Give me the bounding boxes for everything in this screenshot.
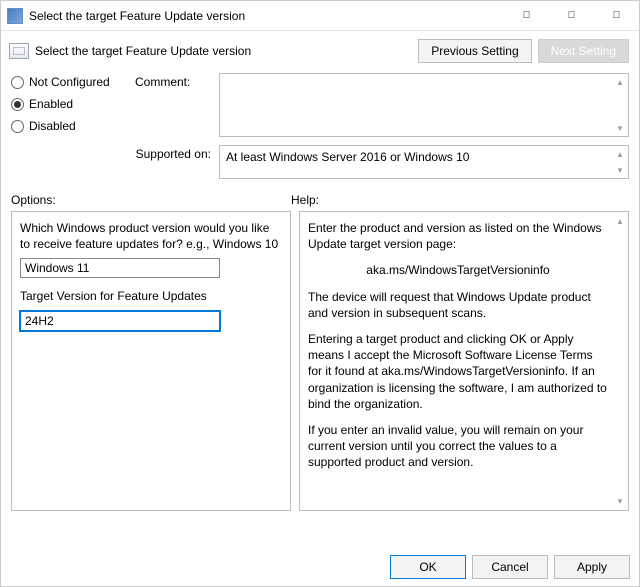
apply-button[interactable]: Apply <box>554 555 630 579</box>
radio-icon <box>11 98 24 111</box>
help-link: aka.ms/WindowsTargetVersioninfo <box>308 262 608 278</box>
help-pane: Enter the product and version as listed … <box>299 211 629 511</box>
radio-label: Enabled <box>29 97 73 111</box>
product-version-input[interactable] <box>20 258 220 278</box>
panes: Which Windows product version would you … <box>1 211 639 511</box>
chevron-up-icon[interactable]: ▴ <box>613 75 627 89</box>
chevron-up-icon[interactable]: ▴ <box>613 147 627 161</box>
chevron-up-icon[interactable]: ▴ <box>613 214 627 228</box>
header: Select the target Feature Update version… <box>1 31 639 65</box>
options-pane: Which Windows product version would you … <box>11 211 291 511</box>
radio-icon <box>11 76 24 89</box>
title-bar: Select the target Feature Update version… <box>1 1 639 31</box>
section-labels: Options: Help: <box>1 181 639 211</box>
supported-on-label: Supported on: <box>135 141 215 161</box>
help-text: If you enter an invalid value, you will … <box>308 422 608 471</box>
supported-on-field: At least Windows Server 2016 or Windows … <box>219 145 629 179</box>
product-version-label: Which Windows product version would you … <box>20 220 282 252</box>
ok-button[interactable]: OK <box>390 555 466 579</box>
close-button[interactable]:  <box>594 1 639 31</box>
comment-label: Comment: <box>135 73 215 89</box>
cancel-button[interactable]: Cancel <box>472 555 548 579</box>
previous-setting-button[interactable]: Previous Setting <box>418 39 531 63</box>
next-setting-button[interactable]: Next Setting <box>538 39 629 63</box>
chevron-down-icon[interactable]: ▾ <box>613 163 627 177</box>
chevron-down-icon[interactable]: ▾ <box>613 121 627 135</box>
radio-label: Not Configured <box>29 75 110 89</box>
help-text: Entering a target product and clicking O… <box>308 331 608 412</box>
app-icon <box>7 8 23 24</box>
help-text: Enter the product and version as listed … <box>308 220 608 252</box>
state-radio-group: Not Configured Enabled Disabled <box>11 73 131 141</box>
radio-not-configured[interactable]: Not Configured <box>11 75 131 89</box>
radio-enabled[interactable]: Enabled <box>11 97 131 111</box>
dialog-buttons: OK Cancel Apply <box>390 555 630 579</box>
comment-input[interactable]: ▴ ▾ <box>219 73 629 137</box>
minimize-button[interactable]:  <box>504 1 549 31</box>
help-label: Help: <box>291 193 629 207</box>
target-version-input[interactable] <box>20 311 220 331</box>
window-title: Select the target Feature Update version <box>29 9 504 23</box>
help-text: The device will request that Windows Upd… <box>308 289 608 321</box>
policy-title: Select the target Feature Update version <box>35 44 412 58</box>
config-area: Not Configured Enabled Disabled Comment:… <box>1 65 639 181</box>
radio-label: Disabled <box>29 119 76 133</box>
policy-icon <box>9 43 29 59</box>
supported-on-value: At least Windows Server 2016 or Windows … <box>226 150 469 164</box>
radio-disabled[interactable]: Disabled <box>11 119 131 133</box>
target-version-label: Target Version for Feature Updates <box>20 288 282 304</box>
radio-icon <box>11 120 24 133</box>
options-label: Options: <box>11 193 291 207</box>
maximize-button[interactable]:  <box>549 1 594 31</box>
chevron-down-icon[interactable]: ▾ <box>613 494 627 508</box>
